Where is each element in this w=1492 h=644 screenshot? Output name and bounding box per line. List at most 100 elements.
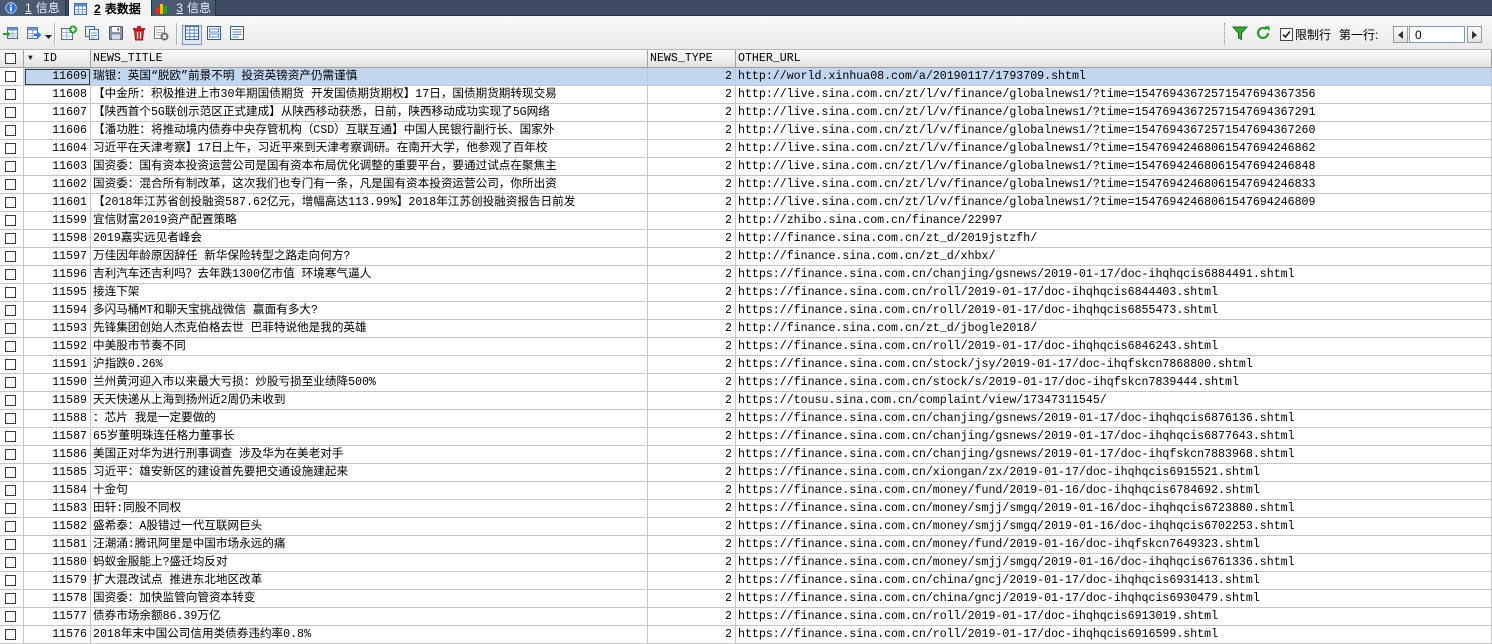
news-title-cell[interactable]: 【陕西首个5G联创示范区正式建成】从陕西移动获悉，日前，陕西移动成功实现了5G网… (91, 104, 648, 122)
other-url-cell[interactable]: https://finance.sina.com.cn/china/gncj/2… (736, 590, 1492, 608)
news-type-cell[interactable]: 2 (648, 176, 736, 194)
news-type-cell[interactable]: 2 (648, 446, 736, 464)
row-checkbox[interactable] (5, 413, 16, 424)
row-checkbox-cell[interactable] (0, 284, 24, 302)
other-url-cell[interactable]: https://tousu.sina.com.cn/complaint/view… (736, 392, 1492, 410)
news-type-cell[interactable]: 2 (648, 482, 736, 500)
first-row-input[interactable] (1409, 26, 1465, 43)
id-cell[interactable]: 11595 (24, 284, 91, 302)
export-dropdown[interactable] (44, 32, 52, 39)
row-checkbox[interactable] (5, 377, 16, 388)
form-view-button[interactable] (204, 25, 224, 45)
row-checkbox-cell[interactable] (0, 410, 24, 428)
row-checkbox-cell[interactable] (0, 122, 24, 140)
id-cell[interactable]: 11606 (24, 122, 91, 140)
id-cell[interactable]: 11602 (24, 176, 91, 194)
id-cell[interactable]: 11592 (24, 338, 91, 356)
column-header-news-title[interactable]: NEWS_TITLE (91, 50, 648, 68)
news-title-cell[interactable]: 盛希泰：A股错过一代互联网巨头 (91, 518, 648, 536)
news-type-cell[interactable]: 2 (648, 572, 736, 590)
id-cell[interactable]: 11589 (24, 392, 91, 410)
news-title-cell[interactable]: 万佳因年龄原因辞任 新华保险转型之路走向何方? (91, 248, 648, 266)
other-url-cell[interactable]: https://finance.sina.com.cn/stock/jsy/20… (736, 356, 1492, 374)
news-title-cell[interactable]: 汪潮涌:腾讯阿里是中国市场永远的痛 (91, 536, 648, 554)
table-row[interactable]: 11589 天天快递从上海到扬州近2周仍未收到 2 https://tousu.sin… (0, 392, 1492, 410)
news-title-cell[interactable]: 天天快递从上海到扬州近2周仍未收到 (91, 392, 648, 410)
previous-page-button[interactable] (1393, 26, 1408, 43)
row-checkbox[interactable] (5, 251, 16, 262)
table-row[interactable]: 11585 习近平：雄安新区的建设首先要把交通设施建起来 2 https://fina… (0, 464, 1492, 482)
news-type-cell[interactable]: 2 (648, 158, 736, 176)
news-type-cell[interactable]: 2 (648, 320, 736, 338)
news-type-cell[interactable]: 2 (648, 302, 736, 320)
text-view-button[interactable] (227, 25, 247, 45)
news-title-cell[interactable]: 多闪马桶MT和聊天宝挑战微信 赢面有多大? (91, 302, 648, 320)
other-url-cell[interactable]: http://live.sina.com.cn/zt/l/v/finance/g… (736, 140, 1492, 158)
table-row[interactable]: 11597 万佳因年龄原因辞任 新华保险转型之路走向何方? 2 http://fina… (0, 248, 1492, 266)
news-title-cell[interactable]: 十金句 (91, 482, 648, 500)
row-checkbox-cell[interactable] (0, 464, 24, 482)
id-cell[interactable]: 11588 (24, 410, 91, 428)
row-checkbox[interactable] (5, 71, 16, 82)
row-checkbox[interactable] (5, 287, 16, 298)
limit-rows-checkbox[interactable] (1280, 28, 1293, 41)
column-header-id[interactable]: ▼ ID (24, 50, 91, 68)
row-checkbox-cell[interactable] (0, 230, 24, 248)
news-title-cell[interactable]: 瑞银：英国“脱欧”前景不明 投资英镑资产仍需谨慎 (91, 68, 648, 86)
id-cell[interactable]: 11593 (24, 320, 91, 338)
other-url-cell[interactable]: https://finance.sina.com.cn/money/fund/2… (736, 482, 1492, 500)
other-url-cell[interactable]: https://finance.sina.com.cn/money/smjj/s… (736, 500, 1492, 518)
grid-view-button[interactable] (182, 25, 202, 45)
news-type-cell[interactable]: 2 (648, 428, 736, 446)
row-checkbox-cell[interactable] (0, 176, 24, 194)
table-row[interactable]: 11591 沪指跌0.26% 2 https://finance.sina.com.c… (0, 356, 1492, 374)
table-row[interactable]: 11607 【陕西首个5G联创示范区正式建成】从陕西移动获悉，日前，陕西移动成功实… (0, 104, 1492, 122)
row-checkbox-cell[interactable] (0, 482, 24, 500)
column-header-news-type[interactable]: NEWS_TYPE (648, 50, 736, 68)
row-checkbox[interactable] (5, 467, 16, 478)
row-checkbox[interactable] (5, 521, 16, 532)
news-type-cell[interactable]: 2 (648, 140, 736, 158)
row-checkbox-cell[interactable] (0, 392, 24, 410)
row-checkbox[interactable] (5, 395, 16, 406)
add-row-button[interactable] (59, 25, 79, 45)
table-row[interactable]: 11580 蚂蚁金服能上?盛迁均反对 2 https://finance.sina.c… (0, 554, 1492, 572)
table-row[interactable]: 11601 【2018年江苏省创投融资587.62亿元，增幅高达113.99%】2… (0, 194, 1492, 212)
filter-button[interactable] (1230, 25, 1250, 45)
other-url-cell[interactable]: http://live.sina.com.cn/zt/l/v/finance/g… (736, 86, 1492, 104)
refresh-button[interactable] (1253, 25, 1273, 45)
other-url-cell[interactable]: http://finance.sina.com.cn/zt_d/xhbx/ (736, 248, 1492, 266)
export-button[interactable] (1, 25, 21, 45)
other-url-cell[interactable]: http://live.sina.com.cn/zt/l/v/finance/g… (736, 158, 1492, 176)
row-checkbox-cell[interactable] (0, 626, 24, 644)
row-checkbox-cell[interactable] (0, 158, 24, 176)
id-cell[interactable]: 11604 (24, 140, 91, 158)
news-type-cell[interactable]: 2 (648, 284, 736, 302)
id-cell[interactable]: 11586 (24, 446, 91, 464)
row-checkbox[interactable] (5, 269, 16, 280)
table-row[interactable]: 11584 十金句 2 https://finance.sina.com.cn/mon… (0, 482, 1492, 500)
news-title-cell[interactable]: 蚂蚁金服能上?盛迁均反对 (91, 554, 648, 572)
row-checkbox-cell[interactable] (0, 572, 24, 590)
id-cell[interactable]: 11597 (24, 248, 91, 266)
row-checkbox-cell[interactable] (0, 428, 24, 446)
news-title-cell[interactable]: 田轩:同股不同权 (91, 500, 648, 518)
table-row[interactable]: 11596 吉利汽车还吉利吗？去年跌1300亿市值 环境寒气逼人 2 https://… (0, 266, 1492, 284)
other-url-cell[interactable]: https://finance.sina.com.cn/money/smjj/s… (736, 554, 1492, 572)
news-title-cell[interactable]: 【2018年江苏省创投融资587.62亿元，增幅高达113.99%】2018年江… (91, 194, 648, 212)
news-title-cell[interactable]: 宜信财富2019资产配置策略 (91, 212, 648, 230)
id-cell[interactable]: 11609 (24, 68, 91, 86)
other-url-cell[interactable]: http://live.sina.com.cn/zt/l/v/finance/g… (736, 104, 1492, 122)
row-checkbox[interactable] (5, 539, 16, 550)
table-row[interactable]: 11595 接连下架 2 https://finance.sina.com.cn/ro… (0, 284, 1492, 302)
news-type-cell[interactable]: 2 (648, 248, 736, 266)
id-cell[interactable]: 11607 (24, 104, 91, 122)
news-title-cell[interactable]: 沪指跌0.26% (91, 356, 648, 374)
other-url-cell[interactable]: http://zhibo.sina.com.cn/finance/22997 (736, 212, 1492, 230)
table-row[interactable]: 11590 兰州黄河迎入市以来最大亏损：炒股亏损至业绩降500% 2 https://… (0, 374, 1492, 392)
other-url-cell[interactable]: https://finance.sina.com.cn/roll/2019-01… (736, 284, 1492, 302)
id-cell[interactable]: 11577 (24, 608, 91, 626)
row-checkbox[interactable] (5, 107, 16, 118)
news-title-cell[interactable]: 先锋集团创始人杰克伯格去世 巴菲特说他是我的英雄 (91, 320, 648, 338)
news-title-cell[interactable]: 习近平：雄安新区的建设首先要把交通设施建起来 (91, 464, 648, 482)
